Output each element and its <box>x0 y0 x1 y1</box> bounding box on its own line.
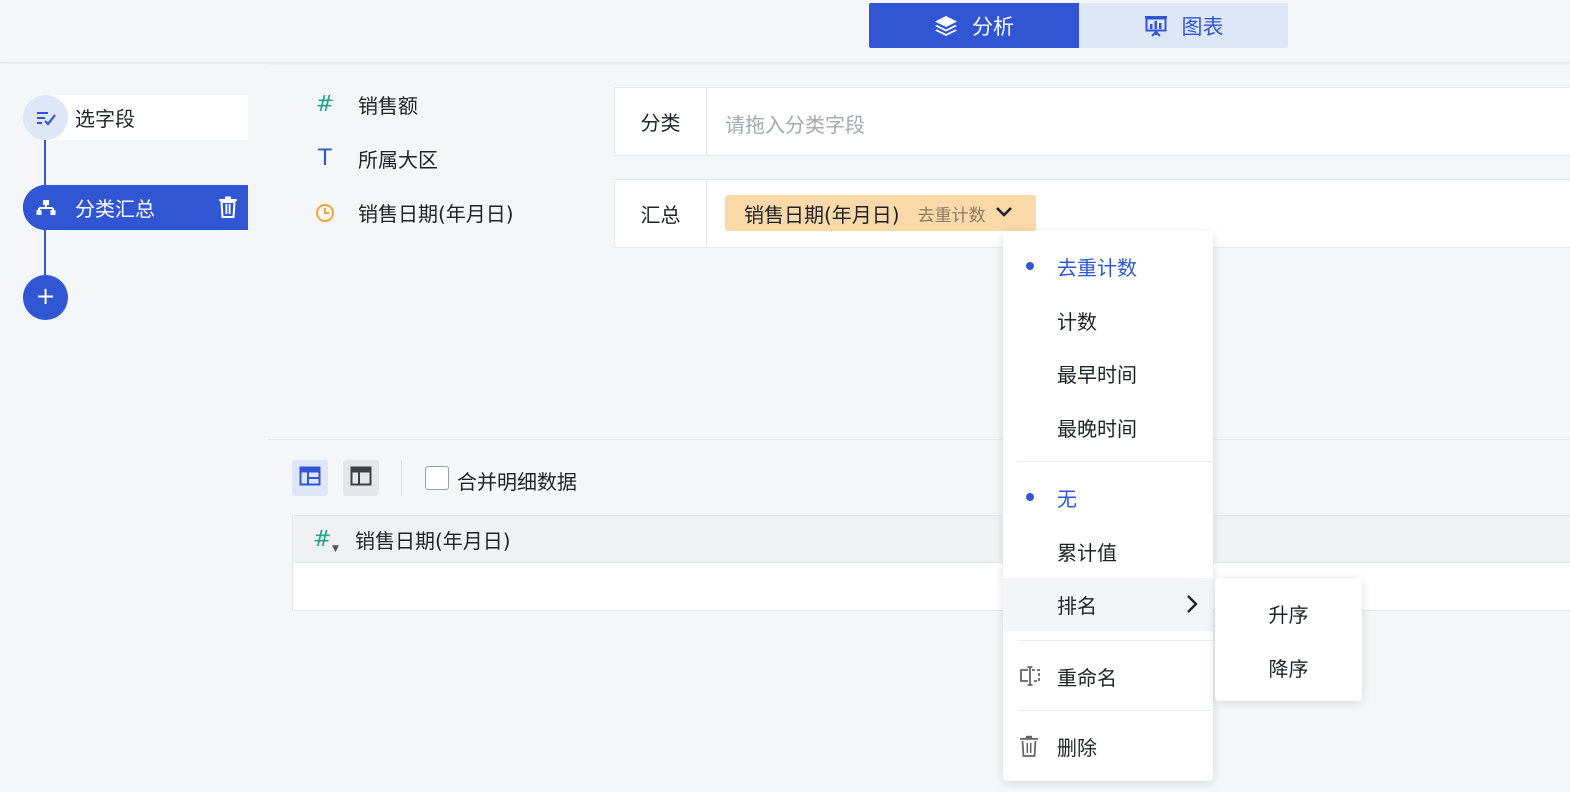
step-connector <box>44 230 46 275</box>
step-connector <box>44 140 46 185</box>
number-type-icon: # <box>315 92 335 117</box>
category-label: 分类 <box>615 88 707 155</box>
trash-icon[interactable] <box>218 196 238 222</box>
presentation-chart-icon <box>1144 15 1168 37</box>
menu-item-latest-time[interactable]: 最晚时间 <box>1003 402 1213 452</box>
section-divider <box>268 439 1570 440</box>
step-select-fields-label: 选字段 <box>75 107 135 131</box>
add-step-button[interactable]: + <box>23 275 68 320</box>
submenu-item-ascending[interactable]: 升序 <box>1215 588 1362 638</box>
menu-divider <box>1018 461 1213 462</box>
tab-chart[interactable]: 图表 <box>1079 3 1288 48</box>
chip-aggregation: 去重计数 <box>917 205 986 226</box>
menu-item-label: 累计值 <box>1057 540 1117 565</box>
menu-item-label: 最早时间 <box>1057 362 1137 387</box>
step-select-fields[interactable]: 选字段 <box>23 95 248 140</box>
menu-item-distinct-count[interactable]: 去重计数 <box>1003 241 1213 291</box>
pivot-view-button[interactable] <box>343 460 379 496</box>
menu-item-label: 去重计数 <box>1057 255 1137 280</box>
table-layout-icon <box>299 466 321 490</box>
rank-submenu: 升序 降序 <box>1215 578 1362 701</box>
selected-dot <box>1026 493 1034 501</box>
field-name: 所属大区 <box>358 148 438 172</box>
menu-item-rank[interactable]: 排名 <box>1003 578 1213 631</box>
layers-icon <box>934 15 958 37</box>
menu-item-earliest-time[interactable]: 最早时间 <box>1003 348 1213 398</box>
tab-analysis[interactable]: 分析 <box>869 3 1079 48</box>
menu-item-label: 无 <box>1057 486 1077 511</box>
summary-field-chip[interactable]: 销售日期(年月日) 去重计数 <box>725 195 1036 231</box>
checklist-icon <box>23 95 68 140</box>
summary-label: 汇总 <box>615 180 707 247</box>
step-group-summary[interactable]: 分类汇总 <box>23 185 248 230</box>
result-table-header: # ▼ 销售日期(年月日) <box>292 515 1570 563</box>
field-name: 销售日期(年月日) <box>358 202 514 226</box>
submenu-item-descending[interactable]: 降序 <box>1215 642 1362 692</box>
step-group-summary-label: 分类汇总 <box>75 197 155 221</box>
pivot-layout-icon <box>350 466 372 490</box>
table-view-button[interactable] <box>292 460 328 496</box>
menu-divider <box>1018 640 1213 641</box>
plus-icon: + <box>35 282 56 310</box>
hierarchy-icon <box>23 185 68 230</box>
tab-chart-label: 图表 <box>1181 14 1224 39</box>
step-panel: 选字段 分类汇总 + <box>0 64 268 792</box>
chip-field-name: 销售日期(年月日) <box>744 202 900 227</box>
top-bar: 分析 图表 <box>0 0 1570 63</box>
field-item-sales-date[interactable]: 销售日期(年月日) <box>310 198 514 227</box>
merge-detail-label: 合并明细数据 <box>457 470 577 494</box>
menu-item-label: 重命名 <box>1057 665 1117 690</box>
toolbar-separator <box>401 460 402 496</box>
number-type-icon[interactable]: # ▼ <box>313 527 341 554</box>
menu-divider <box>1018 710 1213 711</box>
merge-detail-checkbox[interactable] <box>425 466 449 490</box>
menu-item-label: 最晚时间 <box>1057 416 1137 441</box>
selected-dot <box>1026 262 1034 270</box>
field-name: 销售额 <box>358 94 418 118</box>
text-type-icon: T <box>318 146 332 171</box>
category-dropzone[interactable]: 请拖入分类字段 <box>725 109 865 138</box>
rename-icon <box>1019 665 1041 692</box>
chevron-right-icon <box>1185 593 1199 620</box>
column-header-label: 销售日期(年月日) <box>355 528 511 553</box>
menu-item-label: 排名 <box>1057 594 1097 618</box>
result-table-body <box>292 563 1570 611</box>
category-row: 分类 请拖入分类字段 <box>614 87 1570 156</box>
menu-item-count[interactable]: 计数 <box>1003 295 1213 345</box>
menu-item-label: 删除 <box>1057 735 1097 760</box>
field-item-region[interactable]: T 所属大区 <box>310 144 438 173</box>
chevron-down-icon[interactable] <box>994 204 1014 223</box>
aggregation-dropdown: 去重计数 计数 最早时间 最晚时间 无 累计值 排名 重命名 删除 <box>1003 231 1213 781</box>
clock-icon <box>310 200 340 225</box>
tab-analysis-label: 分析 <box>972 14 1014 39</box>
field-item-sales[interactable]: # 销售额 <box>310 90 418 119</box>
menu-item-none[interactable]: 无 <box>1003 472 1213 522</box>
menu-item-delete[interactable]: 删除 <box>1003 721 1213 771</box>
menu-item-label: 计数 <box>1057 309 1097 334</box>
menu-item-cumulative[interactable]: 累计值 <box>1003 526 1213 576</box>
trash-icon <box>1019 735 1039 762</box>
menu-item-rename[interactable]: 重命名 <box>1003 651 1213 701</box>
